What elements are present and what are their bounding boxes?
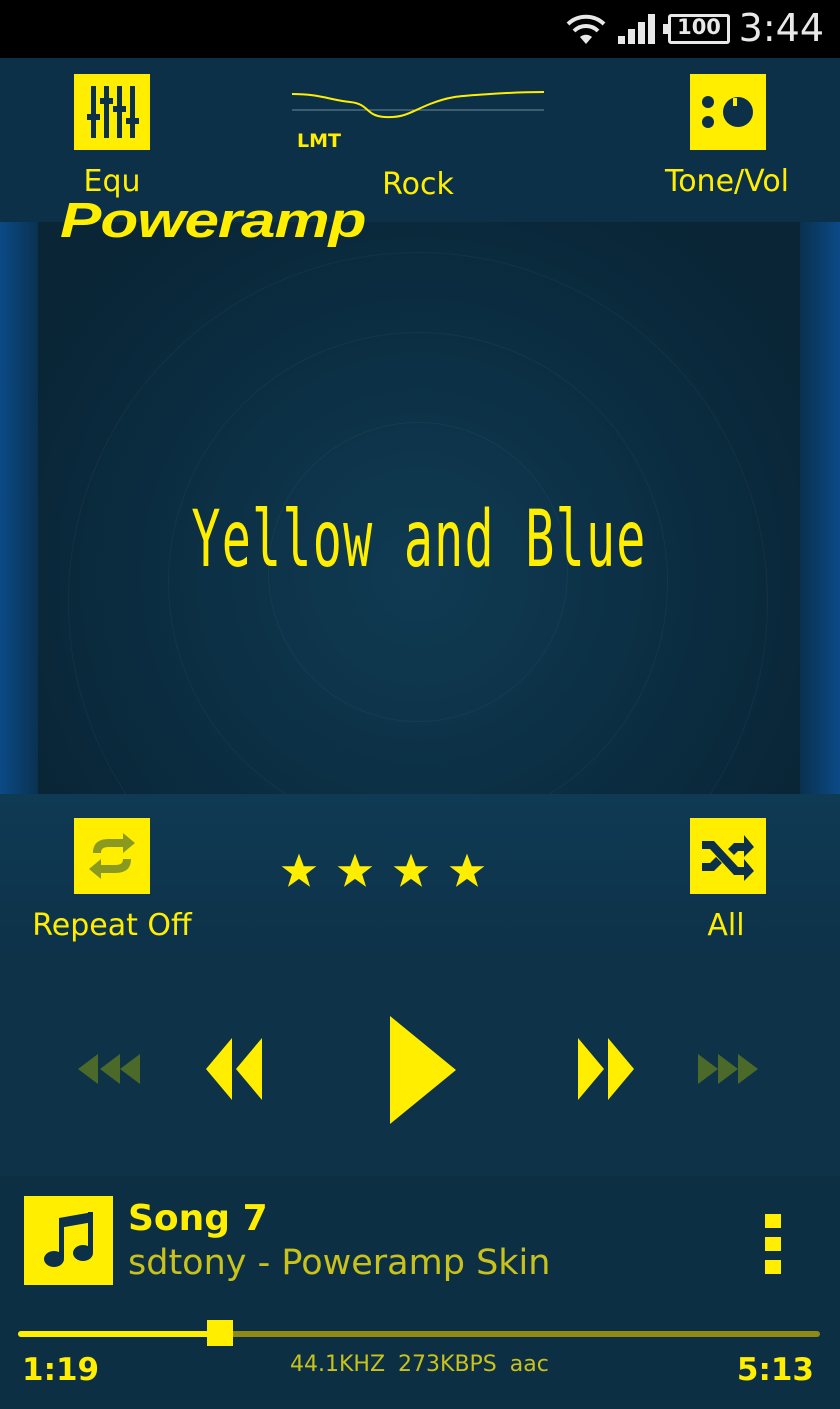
star-icon[interactable] xyxy=(280,852,318,890)
status-bar: 100 3:44 xyxy=(0,0,840,58)
menu-dot xyxy=(765,1260,781,1274)
eq-preset-curve[interactable] xyxy=(290,82,546,130)
repeat-label: Repeat Off xyxy=(32,908,192,943)
next-track-icon[interactable] xyxy=(574,1036,636,1102)
star-icon[interactable] xyxy=(448,852,486,890)
shuffle-button[interactable] xyxy=(690,818,766,894)
shuffle-label: All xyxy=(707,908,745,943)
sample-rate: 44.1KHZ xyxy=(290,1352,386,1377)
music-note-icon xyxy=(43,1211,93,1267)
next-folder-icon[interactable] xyxy=(696,1052,762,1086)
wifi-icon xyxy=(566,14,606,44)
previous-track-icon[interactable] xyxy=(204,1036,266,1102)
signal-icon xyxy=(618,14,655,44)
limiter-indicator: LMT xyxy=(297,130,341,152)
track-artist-album: sdtony - Poweramp Skin xyxy=(128,1243,551,1283)
codec: aac xyxy=(509,1352,549,1377)
repeat-icon xyxy=(89,833,135,879)
previous-folder-icon[interactable] xyxy=(76,1052,142,1086)
rating-stars[interactable] xyxy=(280,852,486,890)
format-info: 44.1KHZ 273KBPS aac xyxy=(290,1352,549,1377)
poweramp-logo: Poweramp xyxy=(60,192,367,248)
library-button[interactable] xyxy=(24,1196,113,1285)
battery-level: 100 xyxy=(677,15,721,39)
menu-dot xyxy=(765,1214,781,1228)
equalizer-sliders-icon xyxy=(87,86,139,138)
star-icon[interactable] xyxy=(336,852,374,890)
menu-dot xyxy=(765,1237,781,1251)
more-menu-icon[interactable] xyxy=(765,1214,781,1274)
album-art-title: Yellow and Blue xyxy=(191,495,647,585)
seek-thumb[interactable] xyxy=(207,1320,233,1346)
knobs-icon xyxy=(702,96,753,128)
play-icon[interactable] xyxy=(388,1014,458,1126)
star-icon[interactable] xyxy=(392,852,430,890)
repeat-button[interactable] xyxy=(74,818,150,894)
track-title: Song 7 xyxy=(128,1198,268,1239)
shuffle-icon xyxy=(702,835,754,881)
equalizer-button[interactable] xyxy=(74,74,150,150)
elapsed-time: 1:19 xyxy=(22,1352,100,1388)
battery-icon: 100 xyxy=(663,14,730,44)
bitrate: 273KBPS xyxy=(398,1352,497,1377)
eq-preset-label[interactable]: Rock xyxy=(368,167,468,202)
tone-volume-label: Tone/Vol xyxy=(664,164,790,199)
status-time: 3:44 xyxy=(738,6,824,50)
total-time: 5:13 xyxy=(736,1352,814,1388)
seek-progress xyxy=(18,1331,220,1337)
tone-volume-button[interactable] xyxy=(690,74,766,150)
